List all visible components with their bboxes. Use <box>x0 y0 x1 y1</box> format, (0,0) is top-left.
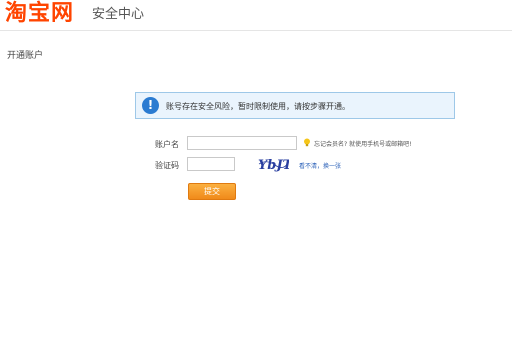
forgot-username-hint: 忘记会员名? 就使用手机号或邮箱吧! <box>314 141 412 148</box>
captcha-links: 看不清，换一张 <box>299 161 341 170</box>
captcha-image[interactable]: YbJT <box>257 156 289 173</box>
submit-button[interactable]: 提交 <box>188 183 236 200</box>
security-alert: ! 账号存在安全风险，暂时限制使用，请按步骤开通。 <box>135 92 455 119</box>
cant-see-link[interactable]: 看不清 <box>299 163 317 170</box>
header: 淘宝网 安全中心 <box>0 0 512 31</box>
alert-message: 账号存在安全风险，暂时限制使用，请按步骤开通。 <box>166 102 350 111</box>
captcha-text: YbJT <box>258 158 289 173</box>
captcha-input[interactable] <box>187 157 235 171</box>
refresh-captcha-link[interactable]: 换一张 <box>323 163 341 170</box>
page-title: 开通账户 <box>7 51 44 61</box>
account-input[interactable] <box>187 136 297 150</box>
captcha-label: 验证码 <box>155 161 179 170</box>
taobao-logo[interactable]: 淘宝网 <box>5 1 74 27</box>
lightbulb-icon <box>304 138 310 147</box>
account-label: 账户名 <box>155 140 179 149</box>
exclamation-icon: ! <box>142 97 159 114</box>
site-title: 安全中心 <box>92 7 145 22</box>
